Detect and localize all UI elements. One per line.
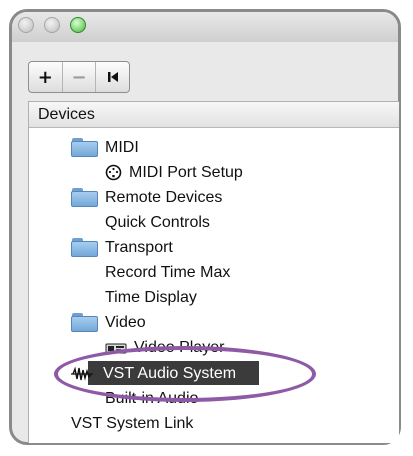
tree-item-record-time-max[interactable]: Record Time Max xyxy=(105,260,230,285)
tree-label: VST System Link xyxy=(71,414,194,432)
tree-folder-transport[interactable]: Transport xyxy=(71,235,173,260)
reset-device-button[interactable] xyxy=(96,62,129,92)
tree-label: Record Time Max xyxy=(105,263,231,281)
tree-item-vst-system-link[interactable]: VST System Link xyxy=(71,411,193,436)
audio-waveform-icon xyxy=(70,366,94,382)
devices-column-header[interactable]: Devices xyxy=(29,102,399,128)
folder-icon xyxy=(71,313,98,332)
zoom-window-button[interactable] xyxy=(70,17,86,33)
tree-item-quick-controls[interactable]: Quick Controls xyxy=(105,210,210,235)
tree-folder-video[interactable]: Video xyxy=(71,310,146,335)
midi-port-icon xyxy=(105,164,122,181)
skip-back-icon xyxy=(107,72,118,82)
folder-icon xyxy=(71,138,98,157)
title-bar[interactable] xyxy=(12,12,398,42)
tree-label: Video Player xyxy=(134,338,225,356)
tree-label: Time Display xyxy=(105,288,197,306)
folder-icon xyxy=(71,238,98,257)
video-player-icon xyxy=(105,341,127,355)
tree-item-vst-audio-system[interactable]: VST Audio System xyxy=(103,361,236,386)
folder-icon xyxy=(71,188,98,207)
remove-device-button[interactable]: − xyxy=(63,62,97,92)
add-device-button[interactable]: + xyxy=(29,62,63,92)
tree-label: Transport xyxy=(105,238,173,256)
tree-label: MIDI xyxy=(105,138,139,156)
tree-label: Video xyxy=(105,313,146,331)
tree-folder-remote-devices[interactable]: Remote Devices xyxy=(71,185,222,210)
tree-label: Quick Controls xyxy=(105,213,210,231)
devices-header-label: Devices xyxy=(38,105,95,123)
tree-folder-midi[interactable]: MIDI xyxy=(71,135,139,160)
tree-item-video-player[interactable]: Video Player xyxy=(105,335,224,360)
tree-item-time-display[interactable]: Time Display xyxy=(105,285,197,310)
tree-label: Built-in Audio xyxy=(105,389,199,407)
tree-item-built-in-audio[interactable]: Built-in Audio xyxy=(105,386,198,411)
tree-label: MIDI Port Setup xyxy=(129,163,243,181)
tree-label: Remote Devices xyxy=(105,188,223,206)
tree-item-midi-port-setup[interactable]: MIDI Port Setup xyxy=(105,160,243,185)
close-window-button[interactable] xyxy=(18,17,34,33)
tree-label: VST Audio System xyxy=(103,364,237,382)
device-toolbar: + − xyxy=(28,61,130,93)
minimize-window-button[interactable] xyxy=(44,17,60,33)
tree-item-vst-audio-system-icon-row xyxy=(70,361,101,386)
